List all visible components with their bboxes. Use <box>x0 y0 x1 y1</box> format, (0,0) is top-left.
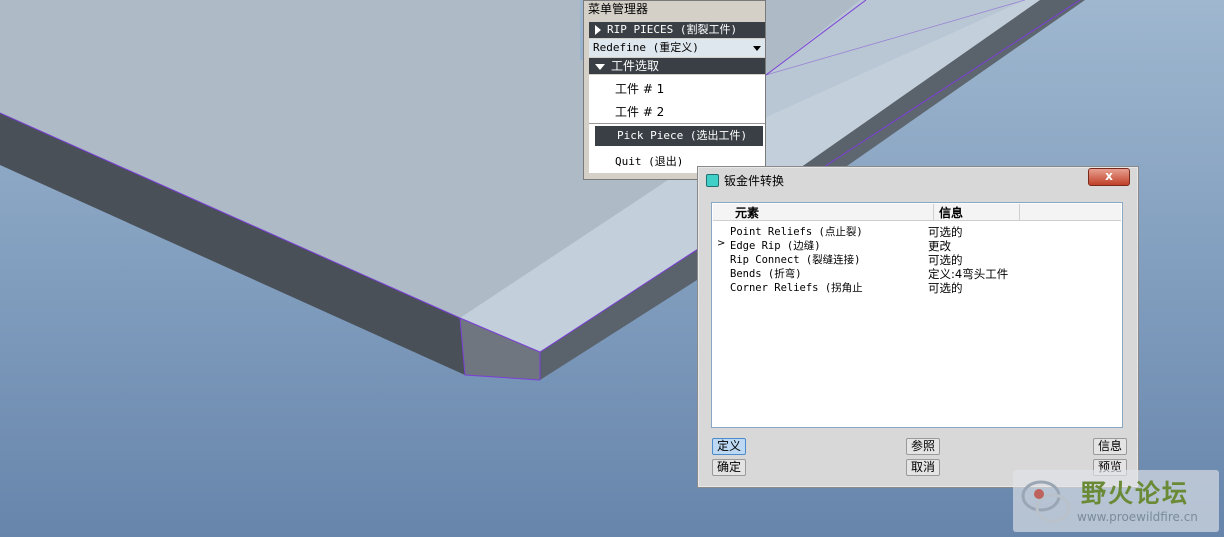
column-header-element[interactable]: 元素 <box>735 204 934 220</box>
menu-piece-select-label: 工件选取 <box>611 59 660 73</box>
row-info: 可选的 <box>928 281 963 295</box>
app-icon <box>706 174 719 187</box>
close-button[interactable]: x <box>1088 168 1130 186</box>
menu-redefine-dropdown[interactable]: Redefine (重定义) <box>589 39 765 57</box>
info-button[interactable]: 信息 <box>1093 438 1127 455</box>
menu-piece-select-header[interactable]: 工件选取 <box>589 58 765 74</box>
table-header: 元素 信息 <box>713 204 1121 221</box>
menu-manager: 菜单管理器 RIP PIECES (割裂工件) Redefine (重定义) 工… <box>583 0 766 180</box>
row-element: Corner Reliefs (拐角止 <box>730 282 863 294</box>
chevron-down-icon <box>753 46 761 51</box>
table-row[interactable]: > Edge Rip (边缝) 更改 <box>713 238 1121 253</box>
dialog-title: 钣金件转换 <box>724 174 785 188</box>
menu-piece-list: 工件 # 1 工件 # 2 Pick Piece (选出工件) Quit (退出… <box>589 75 765 173</box>
menu-item-piece2[interactable]: 工件 # 2 <box>615 103 664 120</box>
watermark: 野火论坛 www.proewildfire.cn <box>1013 470 1219 532</box>
table-row[interactable]: Point Reliefs (点止裂) 可选的 <box>713 224 1121 239</box>
row-element: Bends (折弯) <box>730 268 802 280</box>
menu-manager-title: 菜单管理器 <box>588 2 649 16</box>
dialog-titlebar[interactable]: 钣金件转换 x <box>698 167 1138 193</box>
watermark-name: 野火论坛 <box>1081 479 1190 508</box>
watermark-url: www.proewildfire.cn <box>1077 510 1198 524</box>
table-row[interactable]: Rip Connect (裂缝连接) 可选的 <box>713 252 1121 267</box>
define-button[interactable]: 定义 <box>712 438 746 455</box>
menu-divider <box>589 123 765 124</box>
column-header-info[interactable]: 信息 <box>935 204 1020 220</box>
expand-right-icon <box>595 25 601 35</box>
sheetmetal-conversion-dialog: 钣金件转换 x 元素 信息 Point Reliefs (点止裂) 可选的 > … <box>697 166 1139 488</box>
row-marker: > <box>717 238 726 249</box>
menu-item-pick-piece[interactable]: Pick Piece (选出工件) <box>595 126 763 146</box>
menu-redefine-label: Redefine (重定义) <box>593 41 699 54</box>
menu-rip-pieces[interactable]: RIP PIECES (割裂工件) <box>589 22 765 38</box>
cancel-button[interactable]: 取消 <box>906 459 940 476</box>
collapse-down-icon <box>595 63 605 70</box>
row-element: Point Reliefs (点止裂) <box>730 226 863 238</box>
menu-item-piece1[interactable]: 工件 # 1 <box>615 80 664 97</box>
menu-item-quit[interactable]: Quit (退出) <box>615 153 683 169</box>
table-row[interactable]: Corner Reliefs (拐角止 可选的 <box>713 280 1121 295</box>
element-table: 元素 信息 Point Reliefs (点止裂) 可选的 > Edge Rip… <box>711 202 1123 428</box>
table-row[interactable]: Bends (折弯) 定义:4弯头工件 <box>713 266 1121 281</box>
row-element: Rip Connect (裂缝连接) <box>730 254 861 266</box>
forum-logo-icon <box>1021 480 1071 523</box>
reference-button[interactable]: 参照 <box>906 438 940 455</box>
ok-button[interactable]: 确定 <box>712 459 746 476</box>
row-element: Edge Rip (边缝) <box>730 240 821 252</box>
menu-rip-pieces-label: RIP PIECES (割裂工件) <box>607 23 738 36</box>
